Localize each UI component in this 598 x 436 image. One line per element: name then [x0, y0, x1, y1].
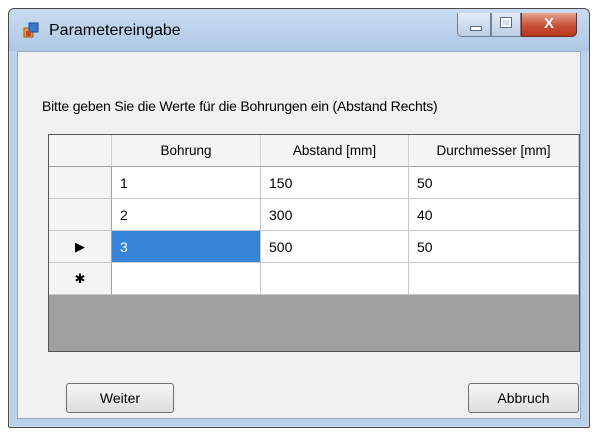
- next-button[interactable]: Weiter: [66, 383, 174, 413]
- cell-abstand[interactable]: 300: [261, 199, 409, 231]
- title-bar[interactable]: Parametereingabe X: [9, 9, 589, 51]
- column-header-abstand[interactable]: Abstand [mm]: [261, 135, 409, 167]
- maximize-button[interactable]: [491, 13, 521, 37]
- cell-bohrung-selected[interactable]: 3: [112, 231, 261, 263]
- current-row-indicator-icon[interactable]: ▶: [49, 231, 112, 263]
- cell-bohrung[interactable]: [112, 263, 261, 295]
- cell-abstand[interactable]: 150: [261, 167, 409, 199]
- window-title: Parametereingabe: [49, 22, 181, 39]
- minimize-button[interactable]: [457, 13, 491, 37]
- corner-header-cell[interactable]: [49, 135, 112, 167]
- new-row: ✱: [49, 263, 579, 295]
- grid-header-row: Bohrung Abstand [mm] Durchmesser [mm]: [49, 135, 579, 167]
- column-header-bohrung[interactable]: Bohrung: [112, 135, 261, 167]
- app-icon: [23, 22, 39, 38]
- cancel-button[interactable]: Abbruch: [468, 383, 579, 413]
- table-row: 1 150 50: [49, 167, 579, 199]
- maximize-icon: [500, 17, 512, 28]
- parameter-grid[interactable]: Bohrung Abstand [mm] Durchmesser [mm] 1 …: [48, 134, 580, 352]
- table-row: 2 300 40: [49, 199, 579, 231]
- cell-durchmesser[interactable]: [409, 263, 579, 295]
- cell-durchmesser[interactable]: 50: [409, 167, 579, 199]
- cell-durchmesser[interactable]: 40: [409, 199, 579, 231]
- instruction-text: Bitte geben Sie die Werte für die Bohrun…: [42, 98, 438, 114]
- cell-bohrung[interactable]: 2: [112, 199, 261, 231]
- column-header-durchmesser[interactable]: Durchmesser [mm]: [409, 135, 579, 167]
- row-header[interactable]: [49, 167, 112, 199]
- cell-durchmesser[interactable]: 50: [409, 231, 579, 263]
- close-icon: X: [543, 15, 554, 32]
- new-row-asterisk-icon[interactable]: ✱: [49, 263, 112, 295]
- dialog-window: Parametereingabe X Bitte geben Sie die W…: [8, 8, 590, 428]
- cell-abstand[interactable]: 500: [261, 231, 409, 263]
- cell-bohrung[interactable]: 1: [112, 167, 261, 199]
- table-row-current: ▶ 3 500 50: [49, 231, 579, 263]
- close-button[interactable]: X: [521, 13, 577, 37]
- cell-abstand[interactable]: [261, 263, 409, 295]
- dialog-client-area: Bitte geben Sie die Werte für die Bohrun…: [17, 51, 581, 419]
- minimize-icon: [470, 26, 482, 31]
- row-header[interactable]: [49, 199, 112, 231]
